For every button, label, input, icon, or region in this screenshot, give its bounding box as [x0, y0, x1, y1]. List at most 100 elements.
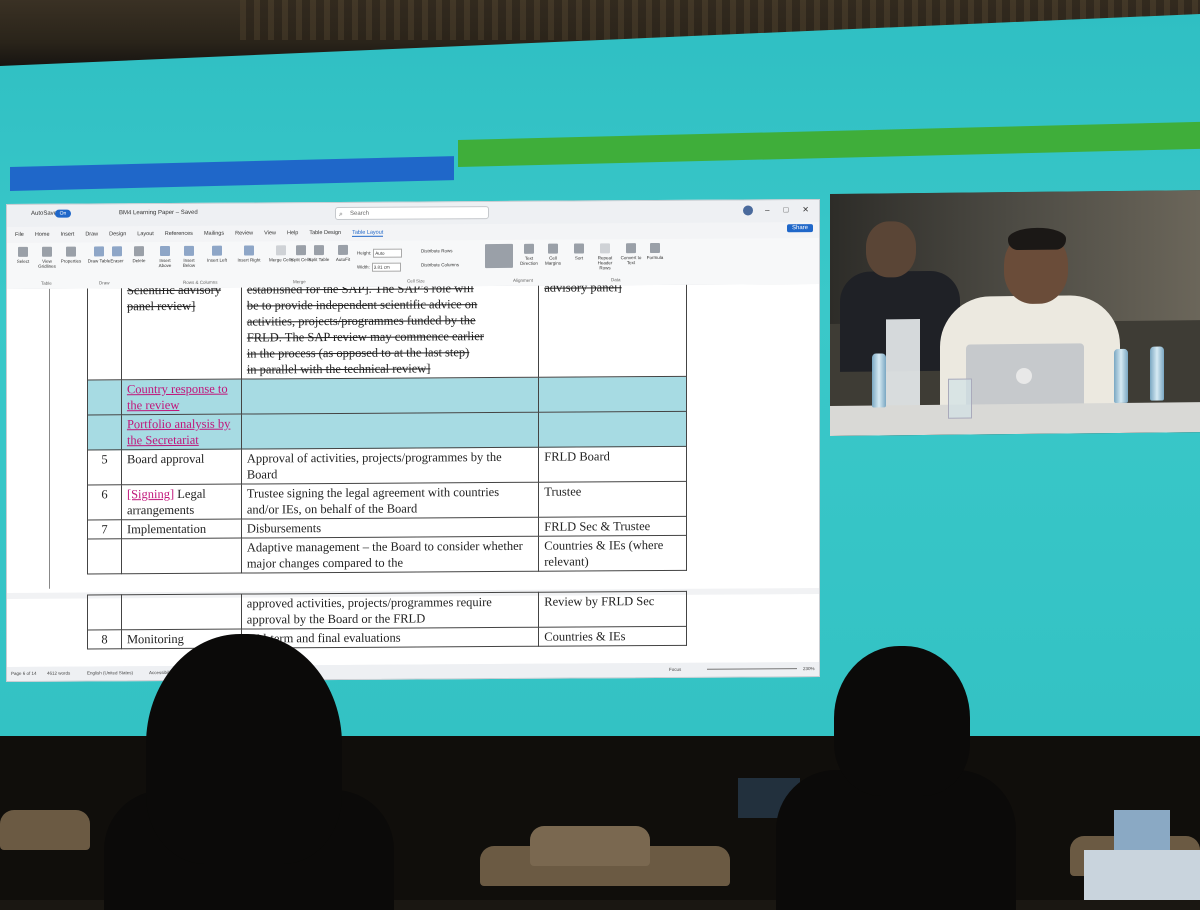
focus-button[interactable]: Focus [669, 667, 681, 672]
table-cell[interactable] [241, 377, 539, 415]
table-cell[interactable]: Review by FRLD Sec [538, 591, 687, 628]
tab-help[interactable]: Help [287, 230, 298, 236]
tab-table-layout[interactable]: Table Layout [352, 229, 384, 237]
repeat-header-rows-button[interactable]: Repeat Header Rows [593, 243, 617, 270]
insert-left-icon [212, 245, 222, 256]
process-table-continued[interactable]: approved activities, projects/programmes… [87, 591, 687, 650]
cell-text: FRLD Board [544, 449, 610, 464]
width-value[interactable]: 3.81 cm [371, 262, 401, 272]
maximize-icon[interactable]: □ [783, 205, 788, 214]
convert-to-text-button[interactable]: Convert to Text [619, 243, 643, 265]
minimize-icon[interactable]: – [765, 205, 769, 214]
insert-left-button[interactable]: Insert Left [205, 245, 229, 263]
text-direction-button[interactable]: Text Direction [517, 243, 541, 266]
tab-references[interactable]: References [165, 231, 193, 237]
table-cell[interactable]: Trustee [538, 481, 687, 518]
word-count[interactable]: 4612 words [47, 671, 70, 676]
tab-insert[interactable]: Insert [61, 232, 75, 238]
table-cell[interactable] [121, 538, 242, 574]
table-row[interactable]: Portfolio analysis by the Secretariat [87, 411, 687, 451]
tab-design[interactable]: Design [109, 231, 126, 237]
height-field[interactable]: Height: Auto [357, 248, 403, 258]
table-cell[interactable]: Portfolio analysis by the Secretariat [121, 414, 242, 450]
zoom-level[interactable]: 230% [803, 666, 815, 671]
insert-below-button[interactable]: Insert Below [177, 245, 201, 268]
tab-home[interactable]: Home [35, 232, 50, 238]
close-icon[interactable]: ✕ [802, 205, 809, 214]
insert-above-button[interactable]: Insert Above [153, 245, 177, 268]
distribute-columns-button[interactable]: Distribute Columns [421, 262, 459, 267]
table-row[interactable]: Country response to the review [87, 376, 687, 416]
table-cell[interactable]: 6 [87, 484, 122, 521]
table-cell[interactable]: Scientific advisory panel review] [121, 284, 242, 380]
table-cell[interactable]: Trustee signing the legal agreement with… [241, 482, 539, 520]
search-input[interactable]: ⌕ Search [335, 206, 489, 220]
tab-file[interactable]: File [15, 232, 24, 238]
split-table-button[interactable]: Split Table [307, 245, 331, 262]
table-cell[interactable] [121, 594, 242, 630]
cell-margins-button[interactable]: Cell Margins [541, 243, 565, 266]
table-cell[interactable]: Adaptive management – the Board to consi… [241, 536, 539, 574]
table-cell[interactable]: advisory panel] [538, 284, 687, 378]
table-cell[interactable]: approved activities, projects/programmes… [241, 592, 539, 630]
insert-below-icon [184, 245, 194, 256]
alignment-grid[interactable] [483, 243, 515, 270]
select-button[interactable]: Select [11, 246, 35, 264]
zoom-slider[interactable] [707, 668, 797, 670]
autosave-toggle[interactable]: On [55, 209, 71, 218]
tab-mailings[interactable]: Mailings [204, 231, 224, 237]
insert-right-button[interactable]: Insert Right [237, 245, 261, 263]
cell-text: Board approval [126, 451, 205, 467]
table-cell[interactable]: FRLD Sec & Trustee [538, 516, 687, 537]
table-cell[interactable]: 8 [87, 629, 122, 650]
width-field[interactable]: Width: 3.81 cm [357, 262, 401, 272]
table-cell[interactable]: Countries & IEs (where relevant) [538, 535, 687, 572]
avatar[interactable] [743, 205, 753, 216]
table-cell[interactable] [87, 538, 122, 575]
process-table[interactable]: Scientific advisory panel review] establ… [87, 284, 687, 575]
table-cell[interactable]: 5 [87, 449, 122, 486]
table-cell[interactable]: Approval of activities, projects/program… [241, 447, 539, 485]
tab-table-design[interactable]: Table Design [309, 230, 341, 236]
table-cell[interactable] [538, 411, 687, 448]
table-cell[interactable]: established for the SAP]. The SAP’s role… [241, 284, 539, 380]
view-gridlines-button[interactable]: View Gridlines [35, 246, 59, 269]
table-row[interactable]: Scientific advisory panel review] establ… [87, 284, 687, 381]
language-status[interactable]: English (United States) [87, 670, 133, 675]
table-cell[interactable] [241, 412, 539, 450]
formula-button[interactable]: Formula [643, 243, 667, 260]
share-button[interactable]: Share [786, 224, 813, 233]
table-cell[interactable] [87, 594, 122, 631]
tab-draw[interactable]: Draw [85, 231, 98, 237]
table-cell[interactable]: 7 [87, 519, 122, 540]
page-count[interactable]: Page 6 of 14 [11, 671, 37, 676]
table-cell[interactable]: [Signing] Legal arrangements [121, 484, 242, 520]
sort-button[interactable]: Sort [567, 243, 591, 261]
table-row[interactable]: 5 Board approval Approval of activities, p… [87, 446, 687, 486]
table-row[interactable]: approved activities, projects/programmes… [87, 591, 687, 631]
table-cell[interactable] [87, 414, 122, 451]
document-area[interactable]: Scientific advisory panel review] establ… [7, 284, 819, 667]
table-row[interactable]: 6 [Signing] Legal arrangements Trustee sig… [87, 481, 687, 521]
table-cell[interactable]: Disbursements [241, 517, 539, 539]
distribute-rows-button[interactable]: Distribute Rows [421, 248, 453, 253]
table-cell[interactable]: Board approval [121, 449, 242, 485]
properties-button[interactable]: Properties [59, 246, 83, 264]
tab-review[interactable]: Review [235, 230, 253, 236]
table-cell[interactable]: Country response to the review [121, 379, 242, 415]
eraser-button[interactable]: Eraser [105, 246, 129, 263]
delete-button[interactable]: Delete [127, 246, 151, 263]
cell-text: FRLD. The SAP review may commence earlie… [246, 329, 484, 345]
table-row[interactable]: 8 Monitoring mid-term and final evaluation… [87, 626, 687, 650]
table-row[interactable]: Adaptive management – the Board to consi… [87, 535, 687, 575]
autofit-button[interactable]: AutoFit [331, 244, 355, 262]
tab-layout[interactable]: Layout [137, 231, 154, 237]
table-cell[interactable]: FRLD Board [538, 446, 687, 483]
table-cell[interactable] [538, 376, 687, 413]
table-cell[interactable]: Countries & IEs [538, 626, 687, 647]
table-cell[interactable] [87, 284, 122, 381]
table-cell[interactable]: Implementation [121, 519, 242, 539]
table-cell[interactable] [87, 379, 122, 416]
height-value[interactable]: Auto [373, 248, 403, 258]
tab-view[interactable]: View [264, 230, 276, 236]
